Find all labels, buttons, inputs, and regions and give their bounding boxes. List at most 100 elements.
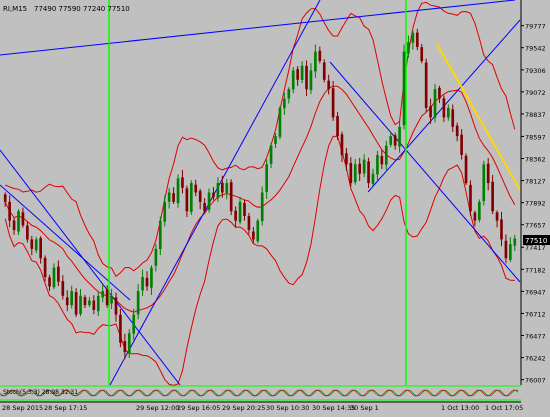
price-tick-label: 79777 xyxy=(525,23,546,31)
candle-body xyxy=(229,182,233,212)
candle-body xyxy=(274,136,277,144)
candle-body xyxy=(65,297,69,306)
candle-body xyxy=(39,238,42,259)
candle-body xyxy=(429,106,432,118)
candle-body xyxy=(141,277,144,291)
candle-body xyxy=(500,219,503,240)
candle-body xyxy=(30,239,34,249)
candle-body xyxy=(407,42,410,54)
candle-body xyxy=(424,62,428,108)
candle-body xyxy=(88,300,91,305)
candle-body xyxy=(402,51,406,126)
candle-body xyxy=(114,297,118,315)
price-chart: 79777 79542 79306 79072 78837 78597 78362 78127… xyxy=(0,0,550,413)
candle-body xyxy=(469,184,472,212)
price-tick-label: 77182 xyxy=(525,266,546,274)
time-tick-label: 30 Sep 14:35 xyxy=(312,404,355,412)
candle-body xyxy=(278,107,282,137)
time-tick-label: 1 Oct 17:05 xyxy=(485,404,523,412)
candle-body xyxy=(110,295,113,304)
candle-body xyxy=(225,183,229,193)
candle-body xyxy=(83,297,87,306)
candle-body xyxy=(43,257,47,278)
candle-body xyxy=(207,192,211,210)
price-tick-label: 77417 xyxy=(525,244,546,252)
candle-body xyxy=(504,240,508,259)
price-tick-label: 79072 xyxy=(525,89,546,97)
candle-body xyxy=(482,164,486,202)
candle-body xyxy=(349,162,353,184)
candle-body xyxy=(451,109,455,127)
candle-body xyxy=(345,153,348,165)
candle-body xyxy=(96,295,100,312)
price-tag: 77510 xyxy=(525,237,547,245)
candle-body xyxy=(238,201,242,223)
candle-body xyxy=(314,51,317,72)
candle-body xyxy=(398,126,401,147)
candle-body xyxy=(150,267,153,288)
candle-body xyxy=(384,145,388,165)
candle-body xyxy=(61,281,65,296)
candle-body xyxy=(74,292,78,315)
candle-body xyxy=(17,211,20,232)
candle-body xyxy=(291,70,295,90)
candle-body xyxy=(433,89,437,118)
time-tick-label: 29 Sep 20:25 xyxy=(222,404,265,412)
candle-body xyxy=(411,32,415,43)
candle-body xyxy=(26,225,29,240)
candle-body xyxy=(353,164,357,183)
symbol-label: RI,M15 xyxy=(3,5,27,13)
candle-body xyxy=(189,183,193,212)
time-tick-label: 29 Sep 16:05 xyxy=(177,404,220,412)
candle-body xyxy=(513,238,517,246)
candle-body xyxy=(305,65,308,90)
candle-body xyxy=(300,65,304,81)
price-tick-label: 78127 xyxy=(525,178,546,186)
candle-body xyxy=(446,107,450,118)
price-tick-label: 77892 xyxy=(525,200,546,208)
candle-body xyxy=(309,70,313,91)
candle-body xyxy=(52,267,56,288)
candle-body xyxy=(442,98,446,118)
candle-body xyxy=(269,145,273,164)
candle-body xyxy=(380,156,384,165)
candle-body xyxy=(340,134,344,155)
candle-body xyxy=(119,314,122,343)
candle-body xyxy=(234,210,237,221)
candle-body xyxy=(136,291,140,315)
candle-body xyxy=(362,159,366,174)
candle-body xyxy=(221,182,224,193)
candle-body xyxy=(145,277,149,287)
candle-body xyxy=(322,62,326,80)
candle-body xyxy=(12,220,16,231)
candle-body xyxy=(358,163,362,174)
price-tick-label: 78362 xyxy=(525,156,546,164)
indicator-label: Stoch(5,3,3) 28.98 32.31 xyxy=(3,389,78,396)
candle-body xyxy=(79,295,82,314)
candle-body xyxy=(464,155,468,184)
plot-background xyxy=(0,0,550,413)
candle-body xyxy=(393,135,397,146)
price-tick-label: 76242 xyxy=(525,355,546,363)
candle-body xyxy=(478,201,481,220)
candle-body xyxy=(247,216,251,231)
candle-body xyxy=(491,181,494,212)
candle-body xyxy=(8,201,11,221)
candle-body xyxy=(415,32,419,47)
candle-body xyxy=(371,173,375,184)
candle-body xyxy=(331,88,335,118)
candle-body xyxy=(132,314,136,334)
candle-body xyxy=(21,212,25,226)
ohlc-readout: 77490 77590 77240 77510 xyxy=(34,5,130,13)
candle-body xyxy=(181,177,184,188)
candle-body xyxy=(172,193,175,202)
candle-body xyxy=(336,116,339,137)
candle-body xyxy=(70,291,74,306)
price-tick-label: 76477 xyxy=(525,333,546,341)
candle-body xyxy=(203,202,206,212)
candle-body xyxy=(176,178,180,204)
time-tick-label: 28 Sep 2015 xyxy=(2,404,43,412)
candle-body xyxy=(495,212,499,221)
time-tick-label: 28 Sep 17:15 xyxy=(44,404,87,412)
chart-container: 79777 79542 79306 79072 78837 78597 78362 78127… xyxy=(0,0,550,413)
